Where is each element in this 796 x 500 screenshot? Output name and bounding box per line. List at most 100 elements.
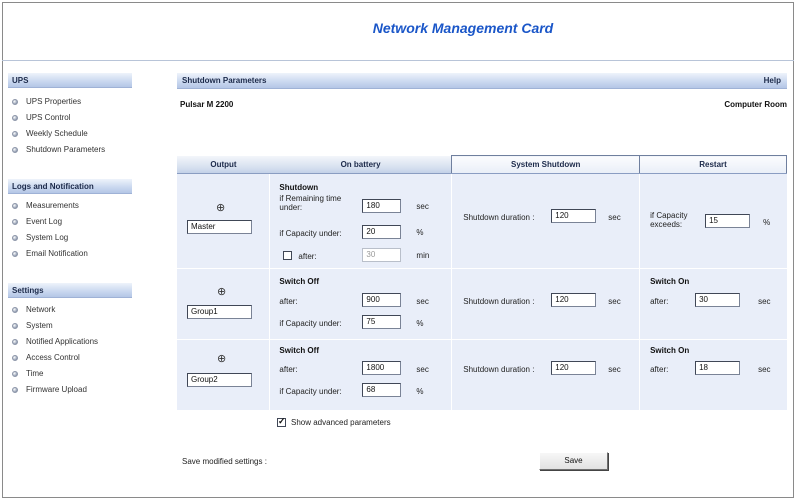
- unit-label: sec: [608, 365, 621, 374]
- column-header-restart: Restart: [639, 155, 787, 174]
- unit-label: %: [763, 218, 771, 227]
- unit-label: sec: [416, 365, 429, 374]
- bullet-icon: [12, 251, 18, 257]
- shutdown-duration-label: Shutdown duration :: [463, 365, 535, 374]
- app-title: Network Management Card: [372, 20, 554, 36]
- sidebar-item-label: Notified Applications: [26, 337, 99, 346]
- remaining-time-input[interactable]: 180: [362, 199, 402, 213]
- sidebar-item-notified-applications[interactable]: Notified Applications: [10, 335, 98, 349]
- restart-heading: Switch On: [650, 346, 690, 355]
- sidebar-item-label: Measurements: [26, 201, 79, 210]
- table-row: ⊕ Group1 Switch Off after: 900 sec if Ca…: [177, 268, 787, 340]
- capacity-exceeds-input[interactable]: 15: [705, 214, 751, 228]
- sidebar-item-label: Shutdown Parameters: [26, 145, 106, 154]
- sidebar-item-time[interactable]: Time: [10, 367, 43, 381]
- sidebar-item-label: Weekly Schedule: [26, 129, 88, 138]
- sidebar-item-ups-control[interactable]: UPS Control: [10, 111, 70, 125]
- sidebar-item-access-control[interactable]: Access Control: [10, 351, 80, 365]
- switch-off-after-input[interactable]: 1800: [362, 361, 402, 375]
- switch-on-after-input[interactable]: 18: [695, 361, 741, 375]
- after-checkbox[interactable]: [283, 251, 293, 260]
- unit-label: sec: [416, 297, 429, 306]
- sidebar-item-weekly-schedule[interactable]: Weekly Schedule: [10, 127, 88, 141]
- capacity-exceeds-label: if Capacity exceeds:: [650, 211, 688, 229]
- unit-label: %: [416, 319, 424, 328]
- bullet-icon: [12, 203, 18, 209]
- sidebar-item-label: UPS Properties: [26, 97, 82, 106]
- after-label: after:: [279, 297, 298, 306]
- header-divider: [2, 60, 794, 61]
- bullet-icon: [12, 147, 18, 153]
- shutdown-duration-input[interactable]: 120: [551, 293, 597, 307]
- page-title: Shutdown Parameters: [182, 76, 267, 85]
- show-advanced-checkbox[interactable]: [277, 416, 286, 427]
- sidebar-item-label: Firmware Upload: [26, 385, 87, 394]
- power-plug-icon: ⊕: [217, 353, 227, 365]
- bullet-icon: [12, 307, 18, 313]
- capacity-under-label: if Capacity under:: [279, 229, 342, 238]
- show-advanced-label: Show advanced parameters: [291, 418, 391, 427]
- after-label: after:: [298, 252, 317, 261]
- after-label: after:: [279, 365, 298, 374]
- shutdown-duration-input[interactable]: 120: [551, 209, 597, 223]
- after-label: after:: [650, 297, 669, 306]
- ups-model: Pulsar M 2200: [180, 100, 234, 109]
- power-plug-icon: ⊕: [216, 202, 226, 214]
- unit-label: sec: [608, 297, 621, 306]
- unit-label: min: [416, 251, 430, 260]
- bullet-icon: [12, 115, 18, 121]
- unit-label: sec: [758, 365, 771, 374]
- shutdown-table: Output On battery System Shutdown Restar…: [177, 155, 787, 410]
- remaining-time-label: if Remaining time under:: [279, 194, 342, 212]
- capacity-under-label: if Capacity under:: [279, 319, 342, 328]
- sidebar-item-label: UPS Control: [26, 113, 71, 122]
- bullet-icon: [12, 387, 18, 393]
- shutdown-duration-label: Shutdown duration :: [463, 213, 535, 222]
- bullet-icon: [12, 339, 18, 345]
- output-name-input[interactable]: Group2: [187, 373, 252, 387]
- capacity-under-input[interactable]: 20: [362, 225, 402, 239]
- sidebar-item-label: Email Notification: [26, 249, 88, 258]
- sidebar-item-measurements[interactable]: Measurements: [10, 199, 79, 213]
- unit-label: %: [416, 228, 424, 237]
- capacity-under-label: if Capacity under:: [279, 387, 342, 396]
- unit-label: sec: [608, 213, 621, 222]
- after-minutes-input[interactable]: 30: [362, 248, 402, 262]
- shutdown-duration-label: Shutdown duration :: [463, 297, 535, 306]
- unit-label: sec: [416, 202, 429, 211]
- save-button[interactable]: Save: [539, 452, 608, 470]
- output-name-input[interactable]: Master: [187, 220, 252, 234]
- help-link[interactable]: Help: [764, 73, 781, 89]
- output-name-input[interactable]: Group1: [187, 305, 252, 319]
- sidebar-item-network[interactable]: Network: [10, 303, 55, 317]
- column-header-system-shutdown: System Shutdown: [451, 155, 641, 174]
- switch-on-after-input[interactable]: 30: [695, 293, 741, 307]
- sidebar-item-label: Access Control: [26, 353, 80, 362]
- sidebar-item-email-notification[interactable]: Email Notification: [10, 247, 88, 261]
- sidebar-item-firmware-upload[interactable]: Firmware Upload: [10, 383, 87, 397]
- shutdown-duration-input[interactable]: 120: [551, 361, 597, 375]
- battery-heading: Shutdown: [279, 183, 319, 192]
- sidebar-item-label: Network: [26, 305, 56, 314]
- sidebar-item-system-log[interactable]: System Log: [10, 231, 68, 245]
- capacity-under-input[interactable]: 75: [362, 315, 402, 329]
- column-header-on-battery: On battery: [269, 155, 452, 174]
- capacity-under-input[interactable]: 68: [362, 383, 402, 397]
- bullet-icon: [12, 235, 18, 241]
- sidebar-item-ups-properties[interactable]: UPS Properties: [10, 95, 81, 109]
- battery-heading: Switch Off: [279, 346, 319, 355]
- sidebar-item-event-log[interactable]: Event Log: [10, 215, 62, 229]
- section-header: Shutdown Parameters Help: [177, 73, 787, 89]
- unit-label: %: [416, 387, 424, 396]
- save-settings-label: Save modified settings :: [182, 457, 267, 466]
- sidebar-item-label: Event Log: [26, 217, 63, 226]
- sidebar-item-label: System: [26, 321, 53, 330]
- sidebar-item-label: System Log: [26, 233, 69, 242]
- sidebar-item-system[interactable]: System: [10, 319, 53, 333]
- restart-heading: Switch On: [650, 277, 690, 286]
- sidebar-section-settings: Settings: [8, 283, 132, 298]
- bullet-icon: [12, 323, 18, 329]
- sidebar-item-shutdown-parameters[interactable]: Shutdown Parameters: [10, 143, 105, 157]
- switch-off-after-input[interactable]: 900: [362, 293, 402, 307]
- table-row: ⊕ Master Shutdown if Remaining time unde…: [177, 173, 787, 269]
